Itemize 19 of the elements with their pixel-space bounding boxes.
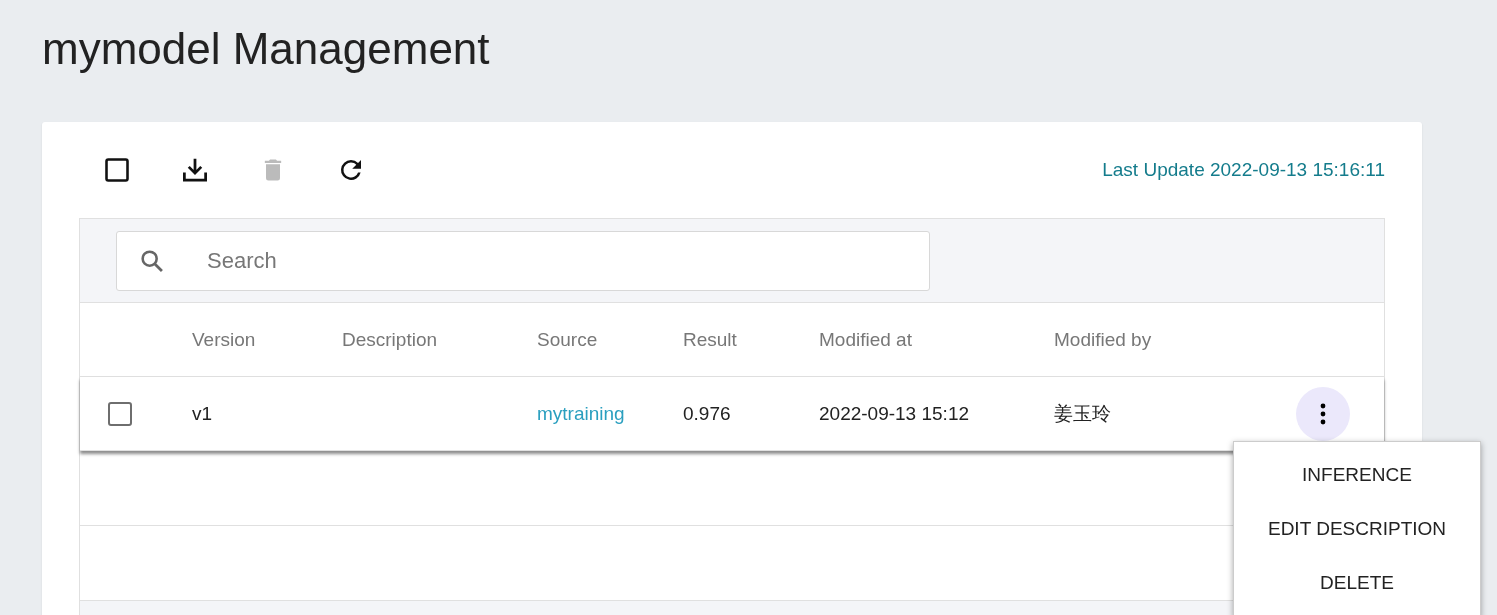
menu-item[interactable]: DELETE bbox=[1234, 556, 1480, 610]
table-cell-text: v1 bbox=[192, 402, 214, 425]
column-header: Source bbox=[537, 328, 599, 351]
column-header: Description bbox=[342, 328, 439, 351]
menu-item[interactable]: INFERENCE bbox=[1234, 448, 1480, 502]
page-title: mymodel Management bbox=[42, 23, 491, 75]
column-header: Result bbox=[683, 328, 738, 351]
table-cell-text: 2022-09-13 15:12 bbox=[819, 402, 970, 425]
menu-item[interactable]: EDIT DESCRIPTION bbox=[1234, 502, 1480, 556]
last-update-text: Last Update 2022-09-13 15:16:11 bbox=[1102, 159, 1385, 181]
column-header: Modified by bbox=[1054, 328, 1153, 351]
more-vertical-icon bbox=[1320, 401, 1326, 426]
square-icon bbox=[103, 156, 131, 184]
search-field[interactable]: Search bbox=[116, 231, 930, 291]
table-cell-text: 0.976 bbox=[683, 402, 732, 425]
row-checkbox[interactable] bbox=[108, 401, 132, 426]
table-cell-text: 姜玉玲 bbox=[1054, 401, 1112, 426]
column-header: Modified at bbox=[819, 328, 913, 351]
column-header: Version bbox=[192, 328, 257, 351]
